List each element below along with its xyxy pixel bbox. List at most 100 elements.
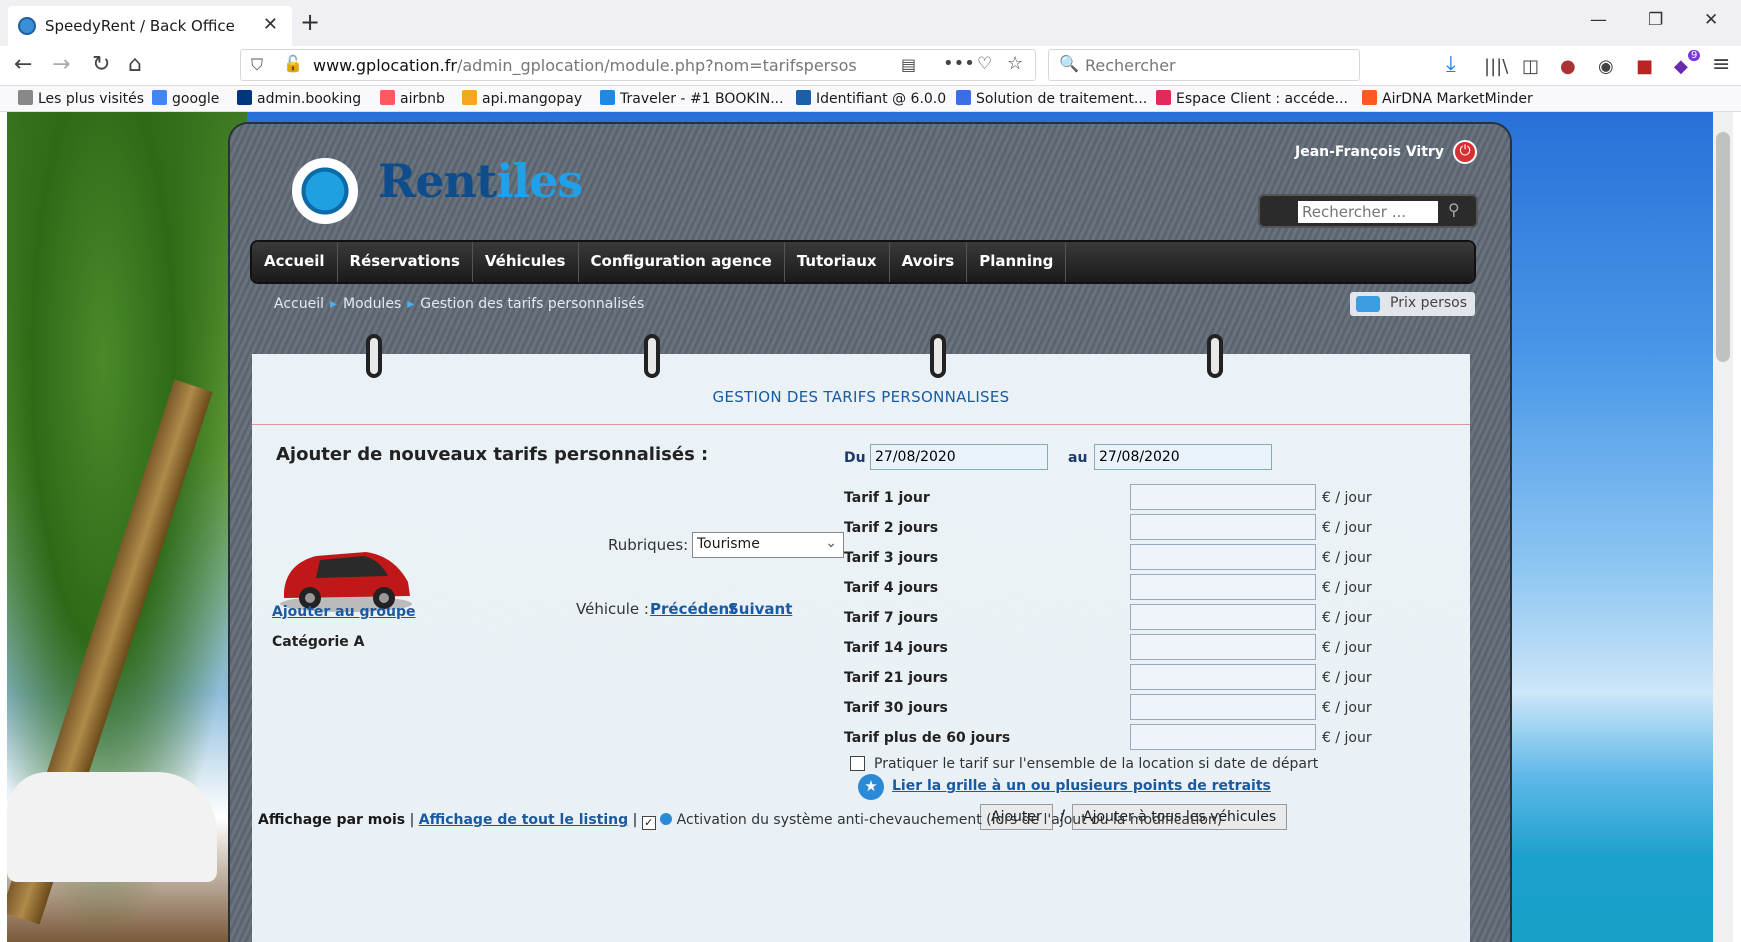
rate-input[interactable] <box>1130 574 1316 600</box>
palm-logo-icon <box>292 158 358 224</box>
rubriques-select[interactable]: Tourisme ⌄ <box>692 532 844 558</box>
rate-input[interactable] <box>1130 634 1316 660</box>
apply-whole-rental-label: Pratiquer le tarif sur l'ensemble de la … <box>874 756 1319 772</box>
menu-item-avoirs[interactable]: Avoirs <box>890 242 968 282</box>
bookmark-item[interactable]: Traveler - #1 BOOKIN... <box>600 90 784 107</box>
more-icon[interactable]: ••• <box>943 53 975 74</box>
chevron-down-icon: ⌄ <box>825 535 837 551</box>
binder-ring <box>366 334 382 378</box>
library-icon[interactable]: |||\ <box>1484 56 1508 77</box>
site-favicon-icon <box>18 17 36 35</box>
site-logo[interactable]: Rentiles <box>378 154 583 208</box>
video-icon <box>1356 296 1380 312</box>
info-icon <box>660 813 673 825</box>
rate-input[interactable] <box>1130 724 1316 750</box>
browser-tab[interactable]: SpeedyRent / Back Office ✕ <box>8 6 292 46</box>
rate-input[interactable] <box>1130 604 1316 630</box>
display-options: Affichage par mois | Affichage de tout l… <box>258 812 1223 830</box>
binder-ring <box>644 334 660 378</box>
reload-icon[interactable]: ↻ <box>92 52 110 77</box>
date-from-input[interactable] <box>870 444 1048 470</box>
bookmark-item[interactable]: google <box>152 90 219 107</box>
sidebar-icon[interactable]: ◫ <box>1522 56 1539 77</box>
breadcrumb-accueil[interactable]: Accueil <box>274 296 324 312</box>
download-icon[interactable]: ⤓ <box>1446 52 1456 77</box>
scrollbar-thumb[interactable] <box>1716 132 1730 362</box>
rate-label: Tarif 7 jours <box>844 610 939 626</box>
close-tab-icon[interactable]: ✕ <box>263 14 278 35</box>
display-all-link[interactable]: Affichage de tout le listing <box>419 812 628 828</box>
close-window-icon[interactable]: ✕ <box>1704 10 1718 30</box>
restore-icon[interactable]: ❐ <box>1648 10 1663 30</box>
rate-label: Tarif 1 jour <box>844 490 930 506</box>
bookmark-item[interactable]: Espace Client : accéde... <box>1156 90 1348 107</box>
page-content: Rentiles Jean-François Vitry ⏻ ⚲ Accueil… <box>7 112 1733 942</box>
rate-label: Tarif plus de 60 jours <box>844 730 1011 746</box>
account-icon[interactable]: ◉ <box>1598 56 1614 77</box>
form-heading: GESTION DES TARIFS PERSONNALISES <box>712 388 1010 406</box>
url-text: www.gplocation.fr/admin_gplocation/modul… <box>313 56 857 75</box>
reader-view-icon[interactable]: ▤ <box>901 55 916 74</box>
bookmark-item[interactable]: admin.booking <box>237 90 361 107</box>
rate-unit: € / jour <box>1322 640 1372 656</box>
link-points-retrait[interactable]: Lier la grille à un ou plusieurs points … <box>892 778 1271 794</box>
menu-item-reservations[interactable]: Réservations <box>338 242 473 282</box>
apply-whole-rental-checkbox[interactable] <box>850 756 865 771</box>
rate-unit: € / jour <box>1322 580 1372 596</box>
site-search-input[interactable] <box>1298 201 1438 223</box>
bookmark-item[interactable]: Solution de traitement... <box>956 90 1147 107</box>
menu-item-planning[interactable]: Planning <box>967 242 1067 282</box>
date-to-input[interactable] <box>1094 444 1272 470</box>
rate-label: Tarif 4 jours <box>844 580 939 596</box>
notification-icon[interactable]: ◆ <box>1674 56 1688 77</box>
forward-icon[interactable]: → <box>52 52 70 77</box>
menu-item-accueil[interactable]: Accueil <box>252 242 338 282</box>
menu-item-vehicules[interactable]: Véhicules <box>473 242 579 282</box>
search-icon[interactable]: ⚲ <box>1448 200 1460 219</box>
rate-label: Tarif 14 jours <box>844 640 948 656</box>
home-icon[interactable]: ⌂ <box>128 52 142 77</box>
rate-input[interactable] <box>1130 514 1316 540</box>
rate-input[interactable] <box>1130 694 1316 720</box>
pocket-icon[interactable]: ♡ <box>977 54 992 74</box>
menu-item-configuration[interactable]: Configuration agence <box>579 242 785 282</box>
breadcrumb-modules[interactable]: Modules <box>343 296 401 312</box>
previous-vehicle-link[interactable]: Précédent <box>650 600 736 618</box>
bookmark-star-icon[interactable]: ☆ <box>1007 53 1023 74</box>
back-icon[interactable]: ← <box>14 52 32 77</box>
next-vehicle-link[interactable]: Suivant <box>728 600 792 618</box>
menu-icon[interactable]: ≡ <box>1712 52 1730 77</box>
pdf-icon[interactable]: ■ <box>1636 56 1653 77</box>
breadcrumb: Accueil ▸ Modules ▸ Gestion des tarifs perso… <box>274 296 645 312</box>
rate-input[interactable] <box>1130 544 1316 570</box>
anti-overlap-label: Activation du système anti-chevauchement… <box>676 812 1223 828</box>
add-to-group-link[interactable]: Ajouter au groupe <box>272 604 416 620</box>
rate-unit: € / jour <box>1322 490 1372 506</box>
bookmark-item[interactable]: AirDNA MarketMinder <box>1362 90 1533 107</box>
minimize-icon[interactable]: — <box>1590 10 1607 30</box>
bookmark-item[interactable]: Identifiant @ 6.0.0 <box>796 90 946 107</box>
star-icon: ★ <box>858 774 884 800</box>
du-label: Du <box>844 450 866 466</box>
search-placeholder: Rechercher <box>1085 56 1176 75</box>
breadcrumb-current: Gestion des tarifs personnalisés <box>420 296 645 312</box>
logout-icon[interactable]: ⏻ <box>1453 140 1477 164</box>
scrollbar[interactable] <box>1713 112 1733 942</box>
url-bar[interactable]: ⛉ 🔓 www.gplocation.fr/admin_gplocation/m… <box>240 49 1036 81</box>
display-month: Affichage par mois <box>258 812 406 828</box>
rate-input[interactable] <box>1130 484 1316 510</box>
anti-overlap-checkbox[interactable]: ✓ <box>641 816 656 830</box>
browser-search[interactable]: 🔍 Rechercher <box>1048 49 1360 81</box>
rate-unit: € / jour <box>1322 730 1372 746</box>
extension-icon[interactable]: ● <box>1560 56 1576 77</box>
category-label: Catégorie A <box>272 634 365 650</box>
site-search: ⚲ <box>1258 194 1478 228</box>
bookmark-item[interactable]: api.mangopay <box>462 90 582 107</box>
menu-item-tutoriaux[interactable]: Tutoriaux <box>785 242 890 282</box>
browser-nav-bar: ← → ↻ ⌂ ⛉ 🔓 www.gplocation.fr/admin_gplo… <box>0 46 1741 86</box>
prix-persos-button[interactable]: Prix persos <box>1350 292 1475 316</box>
bookmark-item[interactable]: Les plus visités <box>18 90 144 107</box>
bookmark-item[interactable]: airbnb <box>380 90 445 107</box>
rate-input[interactable] <box>1130 664 1316 690</box>
new-tab-icon[interactable]: + <box>300 8 320 36</box>
